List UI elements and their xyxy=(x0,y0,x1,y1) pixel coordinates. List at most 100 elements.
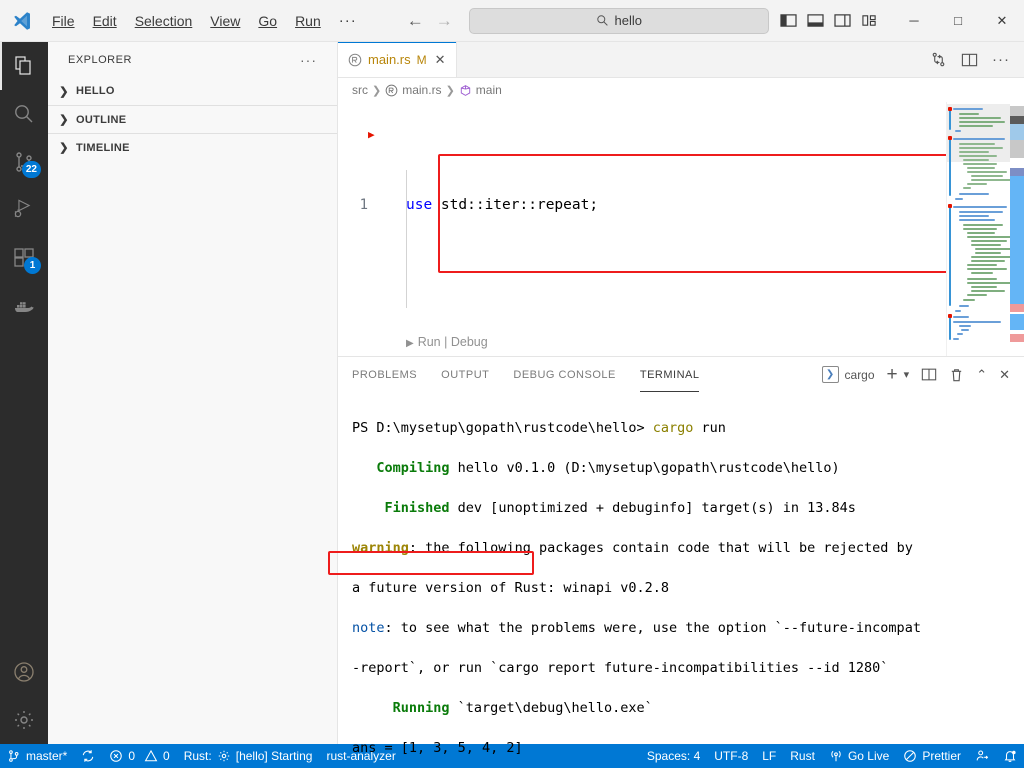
new-terminal-icon[interactable]: + xyxy=(887,365,898,384)
ruler-mark xyxy=(1010,314,1024,330)
ruler-mark xyxy=(1010,124,1024,140)
menu-run[interactable]: Run xyxy=(287,8,329,34)
minimap-slider[interactable] xyxy=(947,104,1012,162)
menu-selection[interactable]: Selection xyxy=(127,8,201,34)
panel-tab-bar: PROBLEMS OUTPUT DEBUG CONSOLE TERMINAL ❯… xyxy=(338,357,1024,392)
breadcrumb-separator-icon: ❯ xyxy=(372,84,382,97)
breadcrumb-item-main[interactable]: main xyxy=(459,83,502,97)
kill-terminal-icon[interactable] xyxy=(949,367,964,383)
sidebar-section-hello[interactable]: ❯ HELLO xyxy=(48,77,337,105)
menu-view[interactable]: View xyxy=(202,8,248,34)
status-rust-label: Rust: xyxy=(183,749,212,763)
ruler-mark xyxy=(1010,140,1024,158)
search-icon xyxy=(596,14,609,27)
status-warning-count: 0 xyxy=(163,749,170,763)
codelens-separator: | xyxy=(444,335,448,349)
status-problems[interactable]: 0 0 xyxy=(102,744,176,768)
activity-item-explorer[interactable] xyxy=(0,42,48,90)
close-icon[interactable]: ✕ xyxy=(435,52,446,68)
breakpoint-arrow-icon[interactable]: ▶ xyxy=(368,123,375,146)
sidebar-section-hello-label: HELLO xyxy=(76,85,115,97)
activity-item-accounts[interactable] xyxy=(0,648,48,696)
terminal-line: a future version of Rust: winapi v0.2.8 xyxy=(352,580,669,596)
breadcrumb-src-label: src xyxy=(352,83,368,97)
navigation-arrows: ← → xyxy=(407,11,453,31)
activity-bar: 22 1 xyxy=(0,42,48,744)
maximize-panel-icon[interactable]: ⌃ xyxy=(976,367,987,383)
codelens-debug-label[interactable]: Debug xyxy=(451,335,488,349)
toggle-secondary-sidebar-icon[interactable] xyxy=(834,13,851,28)
chevron-right-icon: ❯ xyxy=(59,114,69,126)
customize-layout-icon[interactable] xyxy=(861,13,878,28)
panel-tab-terminal[interactable]: TERMINAL xyxy=(639,357,700,392)
rust-file-icon xyxy=(348,53,362,67)
status-sync[interactable] xyxy=(74,744,102,768)
close-button[interactable]: ✕ xyxy=(980,0,1024,42)
codelens-run-label[interactable]: Run xyxy=(418,335,441,349)
terminal-line: Compiling hello v0.1.0 (D:\mysetup\gopat… xyxy=(376,460,840,476)
editor-tab-main-rs[interactable]: main.rs M ✕ xyxy=(338,42,457,77)
more-actions-icon[interactable]: ··· xyxy=(300,52,317,68)
command-center-search[interactable]: hello xyxy=(468,7,769,34)
more-actions-icon[interactable]: ··· xyxy=(992,51,1010,68)
status-rust-analyzer-state[interactable]: Rust: [hello] Starting xyxy=(177,744,320,768)
status-branch[interactable]: master* xyxy=(0,744,74,768)
arrow-left-icon[interactable]: ← xyxy=(407,11,424,31)
close-panel-icon[interactable]: ✕ xyxy=(999,367,1010,383)
terminal-output[interactable]: PS D:\mysetup\gopath\rustcode\hello> car… xyxy=(328,392,1024,768)
run-icon[interactable]: ▶ xyxy=(406,338,414,349)
menu-go[interactable]: Go xyxy=(250,8,285,34)
menu-file[interactable]: File xyxy=(44,8,83,34)
codelens-text: ▶ Run | Debug xyxy=(338,331,488,355)
menu-selection-label: Selection xyxy=(134,12,193,29)
bottom-panel: PROBLEMS OUTPUT DEBUG CONSOLE TERMINAL ❯… xyxy=(328,356,1024,756)
split-terminal-icon[interactable] xyxy=(921,367,937,382)
ruler-mark xyxy=(1010,106,1024,116)
terminal-dropdown-icon[interactable]: ▾ xyxy=(904,368,910,381)
breadcrumb-item-src[interactable]: src xyxy=(352,83,368,97)
minimize-button[interactable]: ─ xyxy=(892,0,936,42)
codelens-run-debug[interactable]: ▶ Run | Debug xyxy=(338,332,946,354)
code-line-1[interactable]: 1 use std::iter::repeat; xyxy=(338,194,946,217)
panel-tab-output[interactable]: OUTPUT xyxy=(441,357,489,392)
panel-tab-debug-console[interactable]: DEBUG CONSOLE xyxy=(513,357,615,392)
overview-ruler[interactable] xyxy=(1010,102,1024,356)
terminal-line: -report`, or run `cargo report future-in… xyxy=(352,660,889,676)
menu-edit[interactable]: Edit xyxy=(85,8,125,34)
activity-item-settings[interactable] xyxy=(0,696,48,744)
code-content[interactable]: 1 use std::iter::repeat; ▶ ▶ Run | Debug … xyxy=(338,102,946,356)
toggle-panel-icon[interactable] xyxy=(807,13,824,28)
split-editor-source-control-icon[interactable] xyxy=(930,51,947,68)
menu-file-label: File xyxy=(52,12,75,29)
minimap[interactable] xyxy=(946,102,1024,356)
vscode-window: File Edit Selection View Go Run ··· ← → … xyxy=(0,0,1024,768)
source-control-badge: 22 xyxy=(21,161,41,178)
activity-item-extensions[interactable]: 1 xyxy=(0,234,48,282)
terminal-tab-cargo[interactable]: ❯ cargo xyxy=(821,366,875,383)
activity-item-source-control[interactable]: 22 xyxy=(0,138,48,186)
panel-tab-problems[interactable]: PROBLEMS xyxy=(352,357,417,392)
chevron-right-icon: ❯ xyxy=(59,142,69,154)
code-scroll-area[interactable]: 1 use std::iter::repeat; ▶ ▶ Run | Debug … xyxy=(338,102,946,356)
activity-item-docker[interactable] xyxy=(0,282,48,330)
explorer-sidebar: EXPLORER ··· ❯ HELLO ❯ OUTLINE ❯ TIMELIN… xyxy=(48,42,338,744)
status-error-count: 0 xyxy=(128,749,136,763)
breadcrumb: src ❯ main.rs ❯ main xyxy=(338,78,1024,102)
terminal-line: Finished dev [unoptimized + debuginfo] t… xyxy=(384,500,856,516)
search-input-value: hello xyxy=(614,13,642,28)
docker-icon xyxy=(12,294,36,318)
arrow-right-icon[interactable]: → xyxy=(436,11,453,31)
chevron-right-icon: ❯ xyxy=(59,85,69,98)
sidebar-section-timeline[interactable]: ❯ TIMELINE xyxy=(48,133,337,161)
menu-view-label: View xyxy=(210,12,241,29)
toggle-primary-sidebar-icon[interactable] xyxy=(780,13,797,28)
ruler-mark xyxy=(1010,304,1024,312)
sidebar-section-outline[interactable]: ❯ OUTLINE xyxy=(48,105,337,133)
activity-item-run-and-debug[interactable] xyxy=(0,186,48,234)
breadcrumb-item-main-rs[interactable]: main.rs xyxy=(385,83,442,97)
maximize-button[interactable]: □ xyxy=(936,0,980,42)
activity-item-search[interactable] xyxy=(0,90,48,138)
split-editor-icon[interactable] xyxy=(961,52,978,68)
menu-more-button[interactable]: ··· xyxy=(331,10,365,31)
breadcrumb-main-rs-label: main.rs xyxy=(402,83,442,97)
